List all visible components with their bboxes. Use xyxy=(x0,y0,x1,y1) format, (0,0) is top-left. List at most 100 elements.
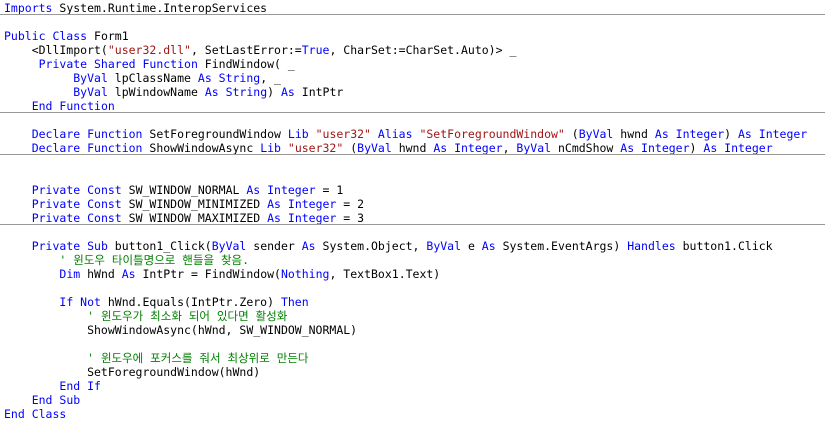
code-token: ShowWindowAsync xyxy=(149,141,261,155)
keyword-token: ByVal xyxy=(516,141,558,155)
keyword-token: Private Sub xyxy=(31,239,115,253)
keyword-token: As xyxy=(280,85,302,99)
code-token: hWnd.Equals(IntPtr.Zero) xyxy=(107,295,281,309)
keyword-token: As Integer xyxy=(620,141,690,155)
keyword-token: As Integer xyxy=(433,141,503,155)
keyword-token: Private Const xyxy=(31,183,129,197)
code-token: e xyxy=(467,239,482,253)
keyword-token: As xyxy=(121,267,143,281)
code-line: End If xyxy=(0,379,825,393)
code-token: ShowWindowAsync(hWnd, SW_WINDOW_NORMAL) xyxy=(4,323,358,337)
code-token: SetForegroundWindow xyxy=(149,127,288,141)
code-token: hwnd xyxy=(620,127,655,141)
code-line: ' 윈도우가 최소화 되어 있다면 활성화 xyxy=(0,309,825,323)
keyword-token: As String xyxy=(204,85,268,99)
keyword-token: Lib xyxy=(260,141,288,155)
code-token: ) xyxy=(689,141,704,155)
code-token: = 1 xyxy=(322,183,344,197)
keyword-token: Private Const xyxy=(31,211,129,225)
keyword-token: Alias xyxy=(377,127,420,141)
keyword-token: Dim xyxy=(59,267,88,281)
keyword-token: ByVal xyxy=(73,85,115,99)
code-line: Public Class Form1 xyxy=(0,29,825,43)
code-token: = 2 xyxy=(343,197,365,211)
code-line: Private Const SW_WINDOW_MAXIMIZED As Int… xyxy=(0,211,825,225)
code-line: Declare Function SetForegroundWindow Lib… xyxy=(0,127,825,141)
code-token: System.Runtime.InteropServices xyxy=(59,1,268,15)
keyword-token: As Integer xyxy=(703,141,773,155)
code-line: Private Const SW_WINDOW_NORMAL As Intege… xyxy=(0,183,825,197)
code-line: ShowWindowAsync(hWnd, SW_WINDOW_NORMAL) xyxy=(0,323,825,337)
keyword-token: If Not xyxy=(59,295,108,309)
code-token: IntPtr = FindWindow( xyxy=(142,267,281,281)
code-editor[interactable]: Imports System.Runtime.InteropServices Pu… xyxy=(0,0,825,421)
code-line: ByVal lpWindowName As String) As IntPtr xyxy=(0,85,825,99)
code-line: End Sub xyxy=(0,393,825,407)
code-line: Imports System.Runtime.InteropServices xyxy=(0,1,825,15)
comment-token: ' 윈도우 타이틀명으로 핸들을 찾음. xyxy=(59,253,250,267)
code-token: hWnd xyxy=(87,267,122,281)
code-token: ) xyxy=(724,127,738,141)
keyword-token: Nothing xyxy=(280,267,330,281)
keyword-token: As Integer xyxy=(654,127,725,141)
code-token: SW_WINDOW_MAXIMIZED xyxy=(128,211,268,225)
keyword-token: Public Class xyxy=(4,29,95,43)
procedure-separator xyxy=(0,14,825,15)
keyword-token: ByVal xyxy=(357,141,399,155)
code-token: button1.Click xyxy=(682,239,773,253)
keyword-token: Private Const xyxy=(31,197,129,211)
keyword-token: As Integer xyxy=(738,127,808,141)
keyword-token: ByVal xyxy=(73,71,115,85)
code-token: FindWindow( _ xyxy=(204,57,295,71)
code-line: SetForegroundWindow(hWnd) xyxy=(0,365,825,379)
keyword-token: Private Shared Function xyxy=(38,57,205,71)
keyword-token: ByVal xyxy=(426,239,468,253)
code-line: If Not hWnd.Equals(IntPtr.Zero) Then xyxy=(0,295,825,309)
code-line: Declare Function ShowWindowAsync Lib "us… xyxy=(0,141,825,155)
keyword-token: End If xyxy=(59,379,101,393)
keyword-token: Then xyxy=(280,295,309,309)
keyword-token: As xyxy=(481,239,503,253)
keyword-token: End Function xyxy=(31,99,115,113)
code-token: SW_WINDOW_NORMAL xyxy=(128,183,247,197)
code-token: IntPtr xyxy=(301,85,344,99)
code-token: , xyxy=(502,141,517,155)
code-line: End Function xyxy=(0,99,825,113)
code-token: lpWindowName xyxy=(114,85,205,99)
keyword-token: Declare Function xyxy=(31,127,150,141)
code-token: ) xyxy=(267,85,281,99)
code-line: Private Const SW_WINDOW_MINIMIZED As Int… xyxy=(0,197,825,211)
code-token: System.EventArgs) xyxy=(502,239,628,253)
code-line: End Class xyxy=(0,407,825,421)
string-token: "SetForegroundWindow" xyxy=(419,127,572,141)
procedure-separator xyxy=(0,154,825,155)
string-token: "user32" xyxy=(287,141,351,155)
procedure-separator xyxy=(0,112,825,113)
comment-token: ' 윈도우에 포커스를 줘서 최상위로 만든다 xyxy=(87,351,309,365)
keyword-token: True xyxy=(301,43,330,57)
keyword-token: End Sub xyxy=(31,393,81,407)
code-token: <DllImport( xyxy=(4,43,108,57)
code-line: ' 윈도우 타이틀명으로 핸들을 찾음. xyxy=(0,253,825,267)
code-token: lpClassName xyxy=(114,71,198,85)
